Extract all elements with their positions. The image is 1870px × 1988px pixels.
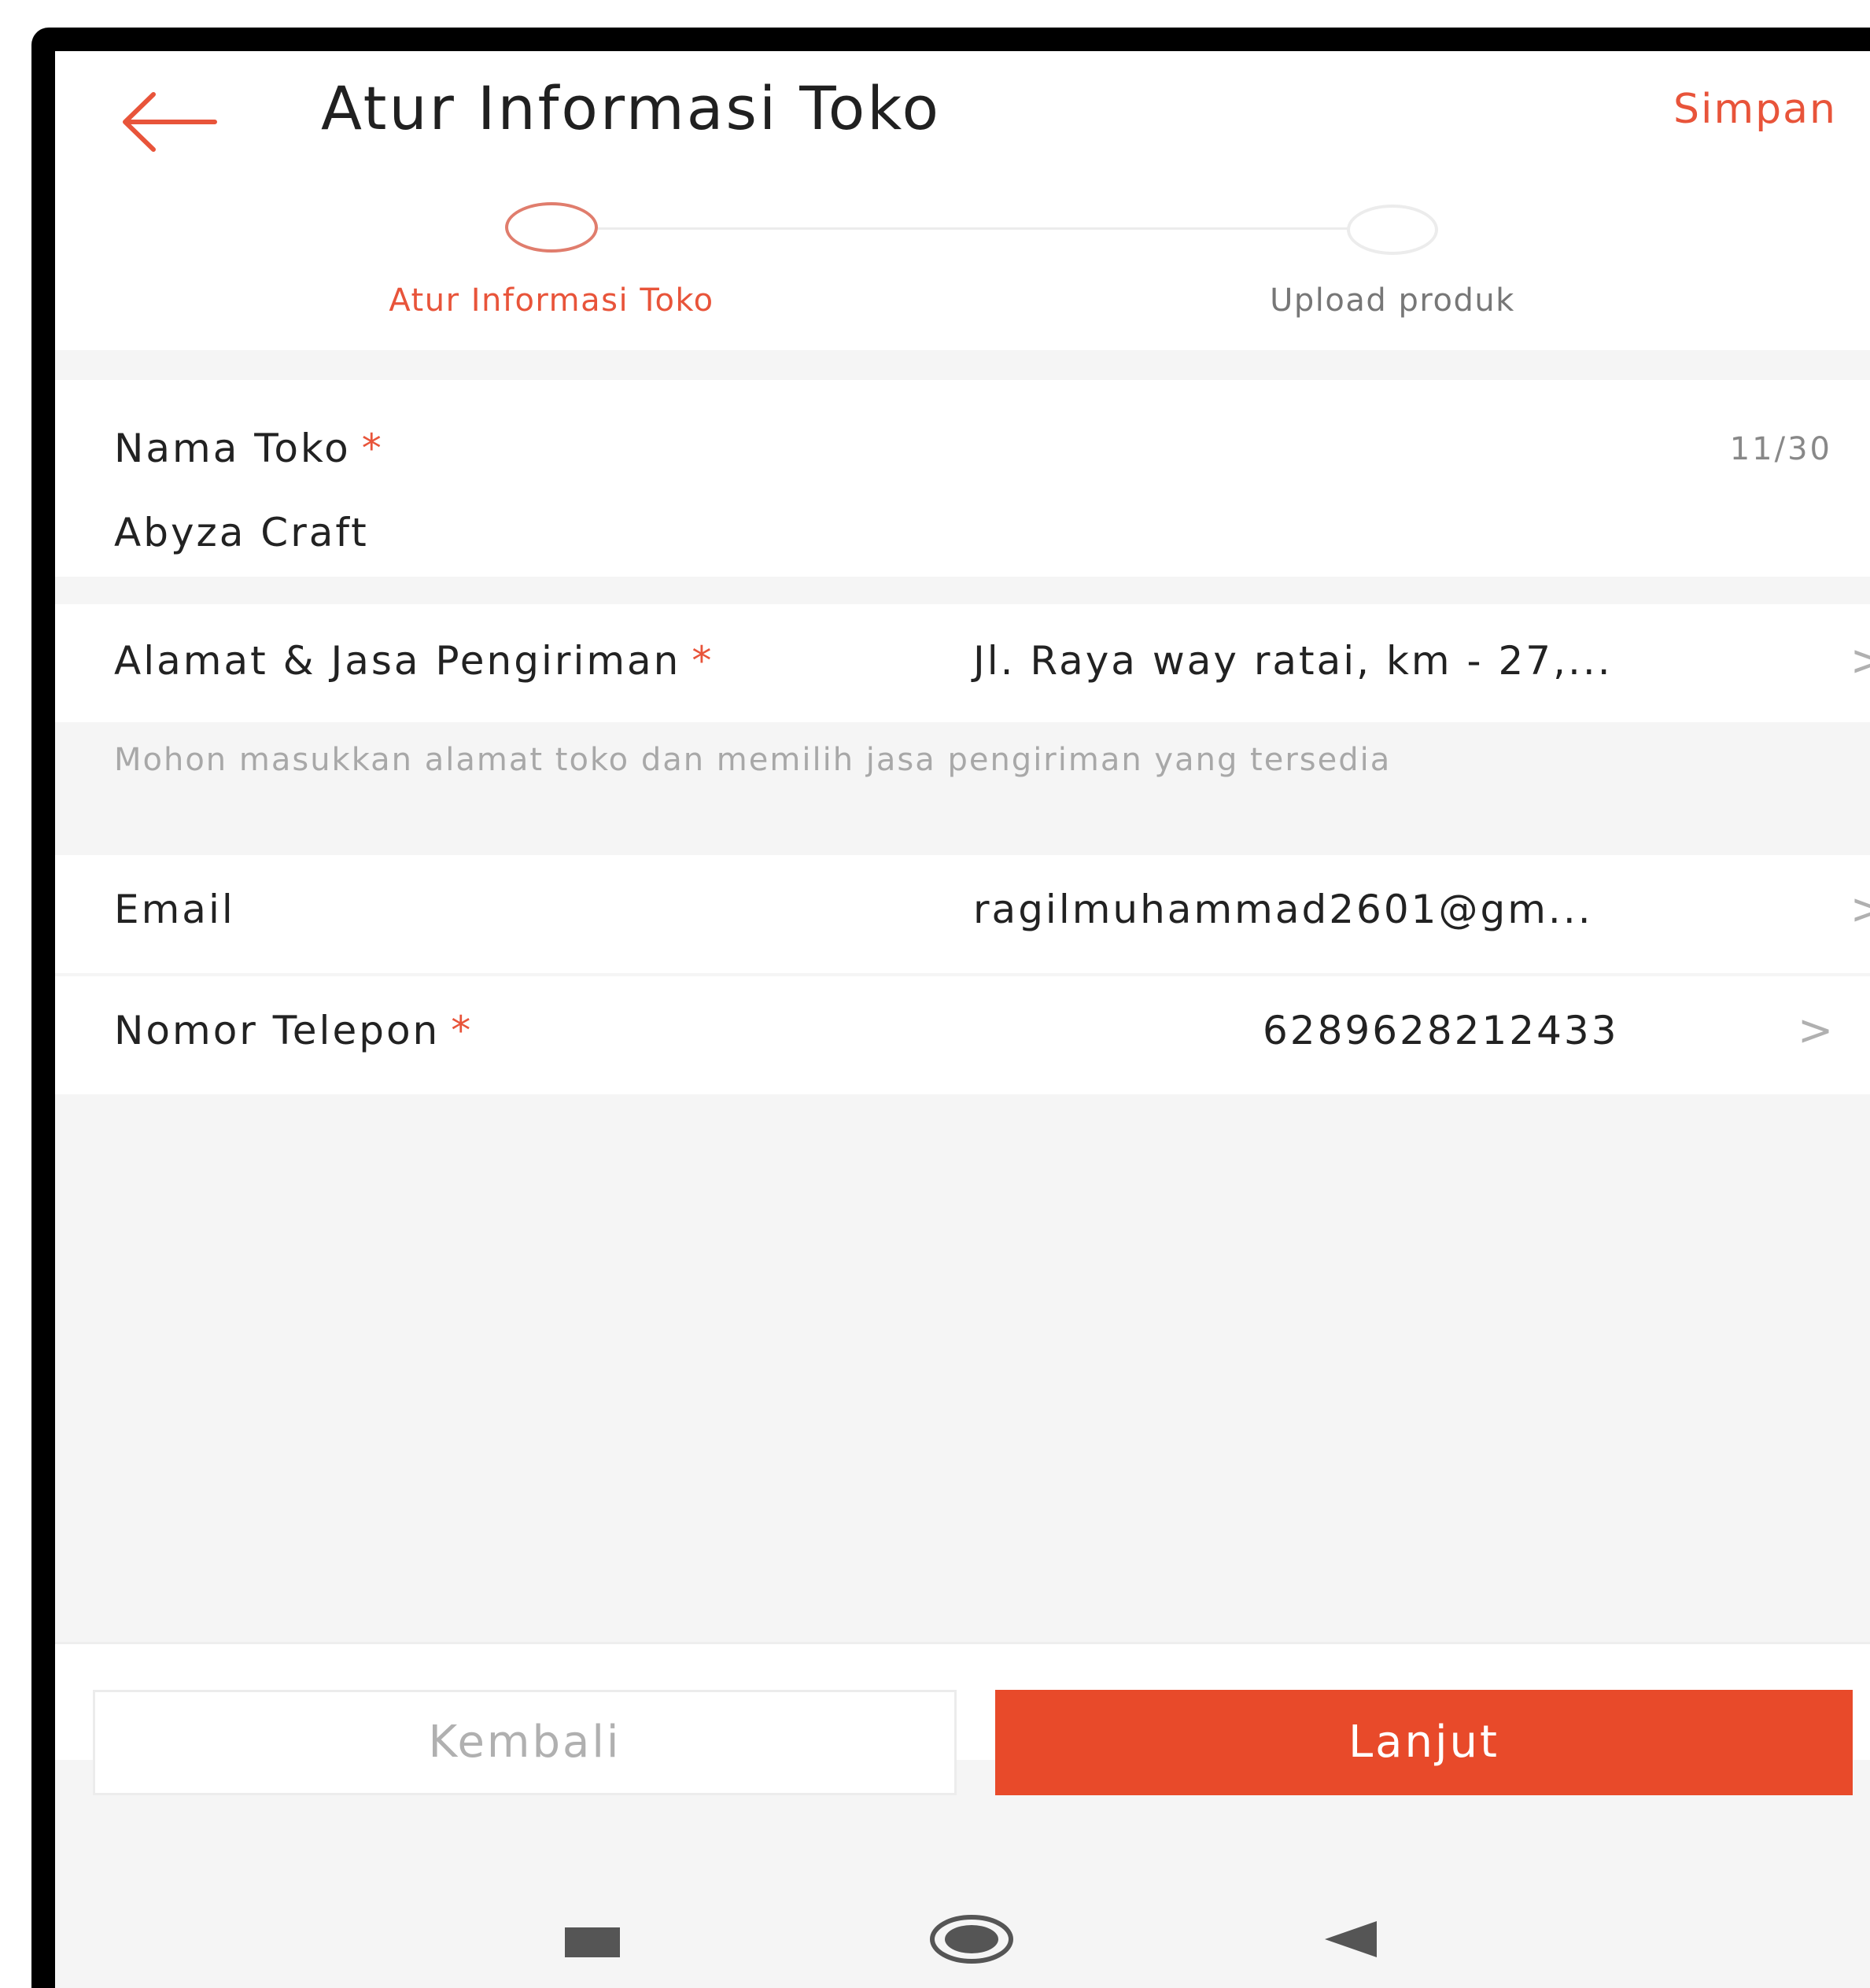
back-button[interactable] (114, 87, 224, 157)
footer-actions: Kembali Lanjut (55, 1642, 1870, 1795)
chevron-right-icon: > (1850, 636, 1870, 685)
phone-label: Nomor Telepon * (114, 1008, 474, 1053)
email-value: ragilmuhammad2601@gm... (973, 887, 1593, 932)
required-mark: * (451, 1008, 474, 1053)
page-title: Atur Informasi Toko (321, 73, 942, 143)
email-label: Email (114, 887, 235, 932)
recent-apps-icon[interactable] (565, 1927, 620, 1957)
email-row[interactable]: Email ragilmuhammad2601@gm... > (55, 855, 1870, 973)
address-value: Jl. Raya way ratai, km - 27,... (973, 638, 1613, 684)
address-label: Alamat & Jasa Pengiriman * (114, 638, 714, 684)
back-step-button[interactable]: Kembali (93, 1690, 957, 1795)
required-mark: * (361, 426, 384, 471)
shop-name-input[interactable]: Abyza Craft (114, 510, 369, 555)
step-indicator-active (505, 202, 598, 253)
char-counter: 11/30 (1729, 431, 1832, 467)
home-icon[interactable] (928, 1914, 1015, 1964)
required-mark: * (692, 638, 714, 684)
shop-name-field[interactable]: Nama Toko * 11/30 Abyza Craft (55, 380, 1870, 577)
screen: Atur Informasi Toko Simpan Atur Informas… (55, 51, 1870, 1988)
chevron-right-icon: > (1850, 884, 1870, 934)
step-indicator-inactive (1347, 205, 1438, 255)
address-shipping-row[interactable]: Alamat & Jasa Pengiriman * Jl. Raya way r… (55, 604, 1870, 722)
step-label-upload-product[interactable]: Upload produk (1270, 282, 1515, 319)
phone-value: 6289628212433 (1263, 1008, 1619, 1053)
step-label-store-info[interactable]: Atur Informasi Toko (389, 282, 714, 319)
nav-back-icon[interactable] (1322, 1920, 1378, 1959)
address-hint: Mohon masukkan alamat toko dan memilih j… (114, 742, 1392, 778)
arrow-left-icon (123, 92, 217, 152)
chevron-right-icon: > (1798, 1005, 1834, 1055)
phone-row[interactable]: Nomor Telepon * 6289628212433 > (55, 976, 1870, 1094)
header: Atur Informasi Toko Simpan Atur Informas… (55, 51, 1870, 350)
system-nav-bar (55, 1888, 1870, 1988)
save-button[interactable]: Simpan (1673, 86, 1837, 133)
next-button[interactable]: Lanjut (995, 1690, 1853, 1795)
shop-name-label: Nama Toko * (114, 426, 384, 471)
stepper-line (598, 227, 1385, 230)
